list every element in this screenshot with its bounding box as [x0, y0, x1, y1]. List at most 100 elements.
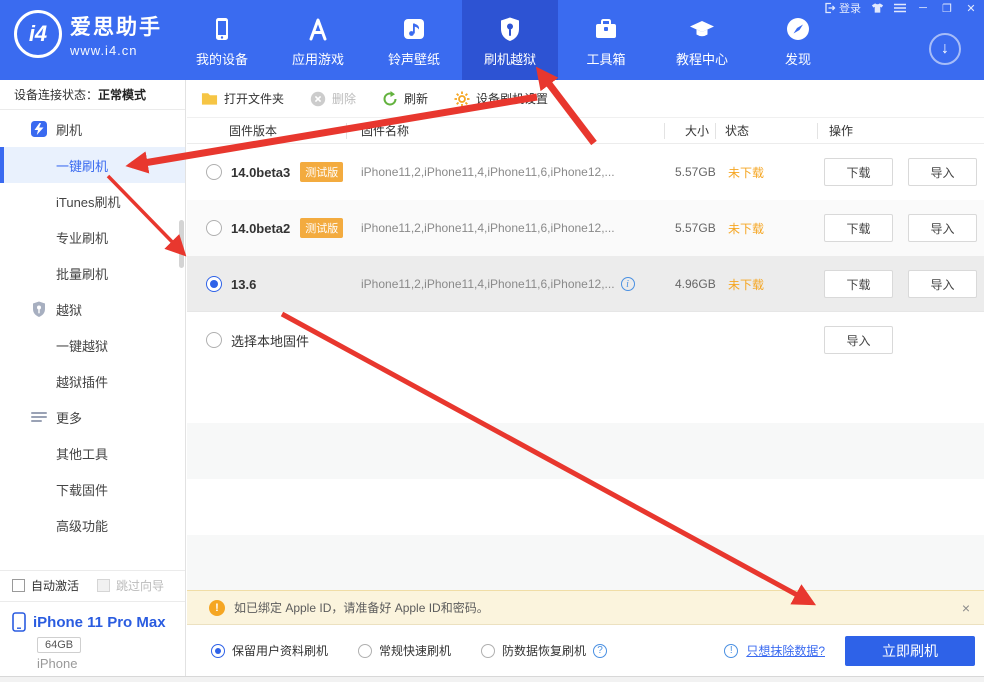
sidebar-section-jailbreak[interactable]: 越狱 — [0, 291, 185, 327]
download-button[interactable]: 下载 — [824, 270, 893, 298]
i4-assistant-window: i4 爱思助手 www.i4.cn 我的设备 应用游戏 — [0, 0, 984, 682]
sidebar-item-batch-flash[interactable]: 批量刷机 — [0, 255, 185, 291]
sidebar-item-one-click-jailbreak[interactable]: 一键越狱 — [0, 327, 185, 363]
refresh-icon — [382, 91, 398, 107]
nav-my-device[interactable]: 我的设备 — [174, 0, 270, 80]
option-radio[interactable] — [358, 644, 372, 658]
nav-tutorial-center[interactable]: 教程中心 — [654, 0, 750, 80]
shield-key-icon — [496, 13, 524, 45]
option-radio[interactable] — [211, 644, 225, 658]
device-flash-settings-button[interactable]: 设备刷机设置 — [454, 90, 548, 107]
nav-ringtones-wallpapers[interactable]: 铃声壁纸 — [366, 0, 462, 80]
col-size: 大小 — [685, 122, 709, 139]
minimize-button[interactable]: ─ — [916, 2, 930, 14]
info-icon[interactable]: i — [621, 277, 635, 291]
download-button[interactable]: 下载 — [824, 158, 893, 186]
skip-setup-checkbox[interactable]: 跳过向导 — [97, 577, 164, 594]
nav-flash-jailbreak[interactable]: 刷机越狱 — [462, 0, 558, 80]
firmware-size: 5.57GB — [675, 200, 716, 256]
firmware-radio[interactable] — [206, 332, 222, 348]
app-logo: i4 爱思助手 www.i4.cn — [14, 10, 162, 58]
sidebar-item-jailbreak-plugins[interactable]: 越狱插件 — [0, 363, 185, 399]
nav-apps-games[interactable]: 应用游戏 — [270, 0, 366, 80]
firmware-name: iPhone11,2,iPhone11,4,iPhone11,6,iPhone1… — [361, 277, 615, 291]
window-topbar: 登录 ─ ❐ ✕ — [824, 0, 978, 16]
sidebar-section-more[interactable]: 更多 — [0, 399, 185, 435]
sidebar-section-flash[interactable]: 刷机 — [0, 111, 185, 147]
sidebar-item-one-click-flash[interactable]: 一键刷机 — [0, 147, 185, 183]
beta-badge: 测试版 — [300, 162, 343, 182]
i4-logo-icon: i4 — [14, 10, 62, 58]
firmware-table-header: 固件版本 固件名称 大小 状态 操作 — [187, 118, 984, 144]
window-bottom-edge — [0, 676, 984, 682]
refresh-button[interactable]: 刷新 — [382, 90, 428, 107]
firmware-version: 14.0beta2 — [231, 221, 290, 236]
firmware-row-selected[interactable]: 13.6 iPhone11,2,iPhone11,4,iPhone11,6,iP… — [187, 256, 984, 312]
import-button[interactable]: 导入 — [908, 214, 977, 242]
firmware-name: iPhone11,2,iPhone11,4,iPhone11,6,iPhone1… — [361, 144, 615, 200]
device-capacity-badge: 64GB — [37, 637, 81, 653]
firmware-version: 13.6 — [231, 277, 256, 292]
sidebar-item-advanced-features[interactable]: 高级功能 — [0, 507, 185, 543]
sidebar-item-download-firmware[interactable]: 下载固件 — [0, 471, 185, 507]
sidebar-item-pro-flash[interactable]: 专业刷机 — [0, 219, 185, 255]
sidebar-scrollbar[interactable] — [179, 220, 184, 268]
download-button[interactable]: 下载 — [824, 214, 893, 242]
open-folder-button[interactable]: 打开文件夹 — [201, 90, 284, 107]
app-header: i4 爱思助手 www.i4.cn 我的设备 应用游戏 — [0, 0, 984, 80]
shirt-icon — [871, 2, 884, 14]
more-lines-icon — [30, 408, 48, 426]
sidebar-item-itunes-flash[interactable]: iTunes刷机 — [0, 183, 185, 219]
jailbreak-shield-icon — [30, 300, 48, 318]
checkbox-icon — [12, 579, 25, 592]
connected-device-info: iPhone 11 Pro Max 64GB iPhone — [0, 601, 185, 676]
toolbox-icon — [592, 13, 620, 45]
col-actions: 操作 — [829, 122, 853, 139]
sidebar-item-other-tools[interactable]: 其他工具 — [0, 435, 185, 471]
close-button[interactable]: ✕ — [964, 2, 978, 15]
firmware-radio[interactable] — [206, 276, 222, 292]
flash-now-button[interactable]: 立即刷机 — [845, 636, 975, 666]
option-anti-data-recovery-flash[interactable]: 防数据恢复刷机 ? — [481, 642, 607, 659]
notice-close-icon[interactable]: × — [962, 600, 970, 616]
app-title: 爱思助手 — [70, 11, 162, 41]
col-status: 状态 — [725, 122, 749, 139]
col-firmware-name: 固件名称 — [361, 122, 409, 139]
device-phone-icon — [12, 612, 26, 632]
firmware-row[interactable]: 14.0beta3 测试版 iPhone11,2,iPhone11,4,iPho… — [187, 144, 984, 200]
activation-options: 自动激活 跳过向导 — [0, 570, 185, 600]
col-firmware-version: 固件版本 — [229, 122, 277, 139]
connection-mode: 正常模式 — [98, 88, 146, 102]
help-icon[interactable]: ? — [593, 644, 607, 658]
local-firmware-row[interactable]: 选择本地固件 导入 — [187, 312, 984, 368]
import-button[interactable]: 导入 — [908, 158, 977, 186]
option-normal-fast-flash[interactable]: 常规快速刷机 — [358, 642, 451, 659]
gear-icon — [454, 91, 470, 107]
download-manager-button[interactable]: ↓ — [929, 33, 961, 65]
firmware-status: 未下载 — [728, 144, 764, 200]
maximize-button[interactable]: ❐ — [940, 2, 954, 15]
firmware-status: 未下载 — [728, 256, 764, 312]
option-radio[interactable] — [481, 644, 495, 658]
delete-icon — [310, 91, 326, 107]
hint-icon: ! — [724, 644, 738, 658]
device-model: iPhone — [37, 656, 185, 671]
import-button[interactable]: 导入 — [824, 326, 893, 354]
appstore-icon — [304, 13, 332, 45]
erase-data-link[interactable]: 只想抹除数据? — [746, 642, 825, 659]
nav-toolbox[interactable]: 工具箱 — [558, 0, 654, 80]
sidebar: 设备连接状态：正常模式 刷机 一键刷机 iTunes刷机 专业刷机 批量刷机 — [0, 80, 186, 676]
menu-list-button[interactable] — [894, 3, 906, 13]
beta-badge: 测试版 — [300, 218, 343, 238]
skin-theme-button[interactable] — [871, 2, 884, 14]
firmware-size: 5.57GB — [675, 144, 716, 200]
firmware-radio[interactable] — [206, 220, 222, 236]
firmware-row[interactable]: 14.0beta2 测试版 iPhone11,2,iPhone11,4,iPho… — [187, 200, 984, 256]
delete-button[interactable]: 删除 — [310, 90, 356, 107]
auto-activate-checkbox[interactable]: 自动激活 — [12, 577, 79, 594]
firmware-radio[interactable] — [206, 164, 222, 180]
notice-text: 如已绑定 Apple ID，请准备好 Apple ID和密码。 — [234, 599, 489, 616]
login-button[interactable]: 登录 — [824, 0, 861, 16]
import-button[interactable]: 导入 — [908, 270, 977, 298]
option-keep-user-data[interactable]: 保留用户资料刷机 — [211, 642, 328, 659]
